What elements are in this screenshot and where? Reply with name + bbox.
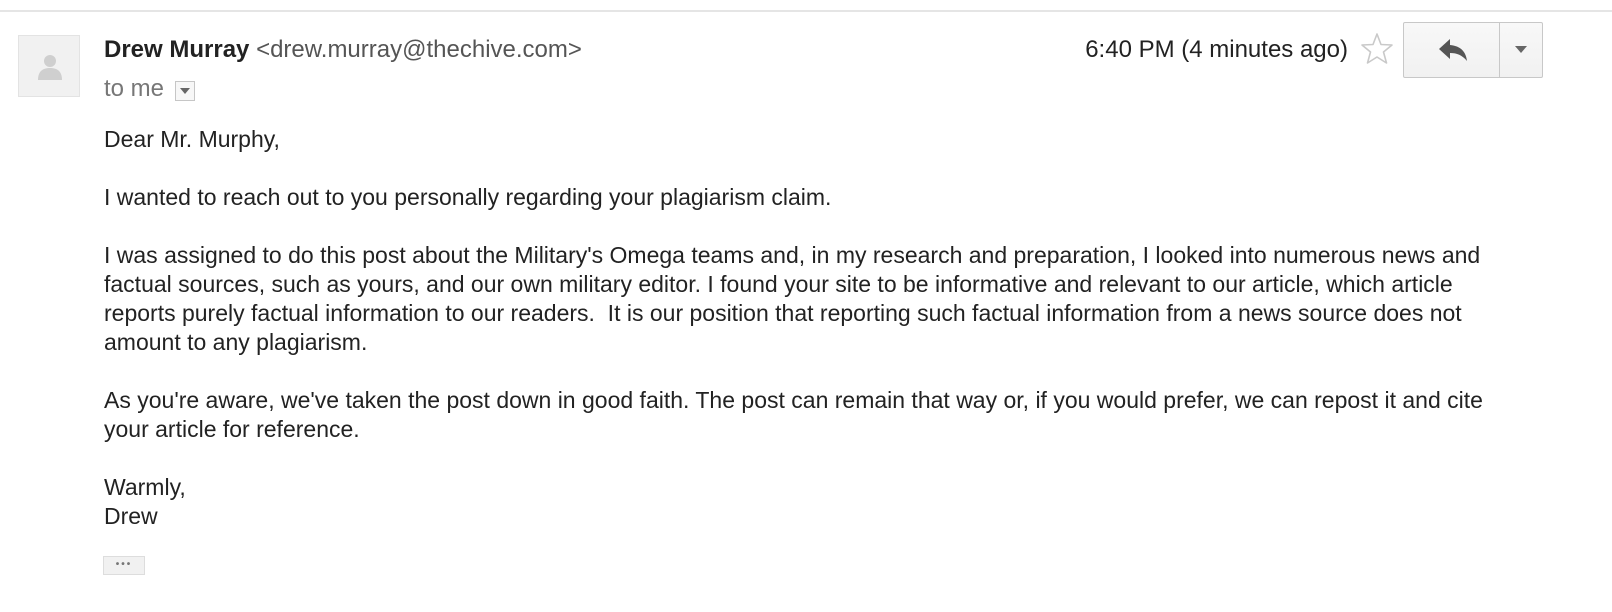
body-signature: Drew (104, 503, 158, 529)
person-icon (38, 55, 62, 80)
message-timestamp: 6:40 PM (4 minutes ago) (1085, 36, 1348, 63)
body-paragraph-3: As you're aware, we've taken the post do… (104, 387, 1490, 442)
body-greeting: Dear Mr. Murphy, (104, 126, 280, 152)
caret-down-icon (1515, 46, 1527, 53)
more-options-button[interactable] (1500, 23, 1542, 77)
star-outline-icon[interactable] (1361, 32, 1393, 66)
header-divider (0, 10, 1612, 12)
message-body: Dear Mr. Murphy, I wanted to reach out t… (104, 125, 1524, 531)
sender-line: Drew Murray <drew.murray@thechive.com> (104, 35, 582, 65)
reply-arrow-icon (1439, 39, 1467, 61)
sender-avatar (18, 35, 80, 97)
sender-email: <drew.murray@thechive.com> (256, 36, 582, 63)
sender-name[interactable]: Drew Murray (104, 36, 249, 63)
reply-button-group (1403, 22, 1543, 78)
body-paragraph-2: I was assigned to do this post about the… (104, 242, 1487, 355)
body-closing: Warmly, (104, 474, 186, 500)
recipient-label: to me (104, 75, 165, 102)
chevron-down-icon (180, 88, 191, 94)
show-trimmed-content-button[interactable]: ••• (103, 556, 145, 575)
reply-button[interactable] (1404, 23, 1500, 77)
show-details-button[interactable] (175, 81, 196, 101)
body-paragraph-1: I wanted to reach out to you personally … (104, 184, 832, 210)
recipient-line: to me (104, 74, 196, 104)
